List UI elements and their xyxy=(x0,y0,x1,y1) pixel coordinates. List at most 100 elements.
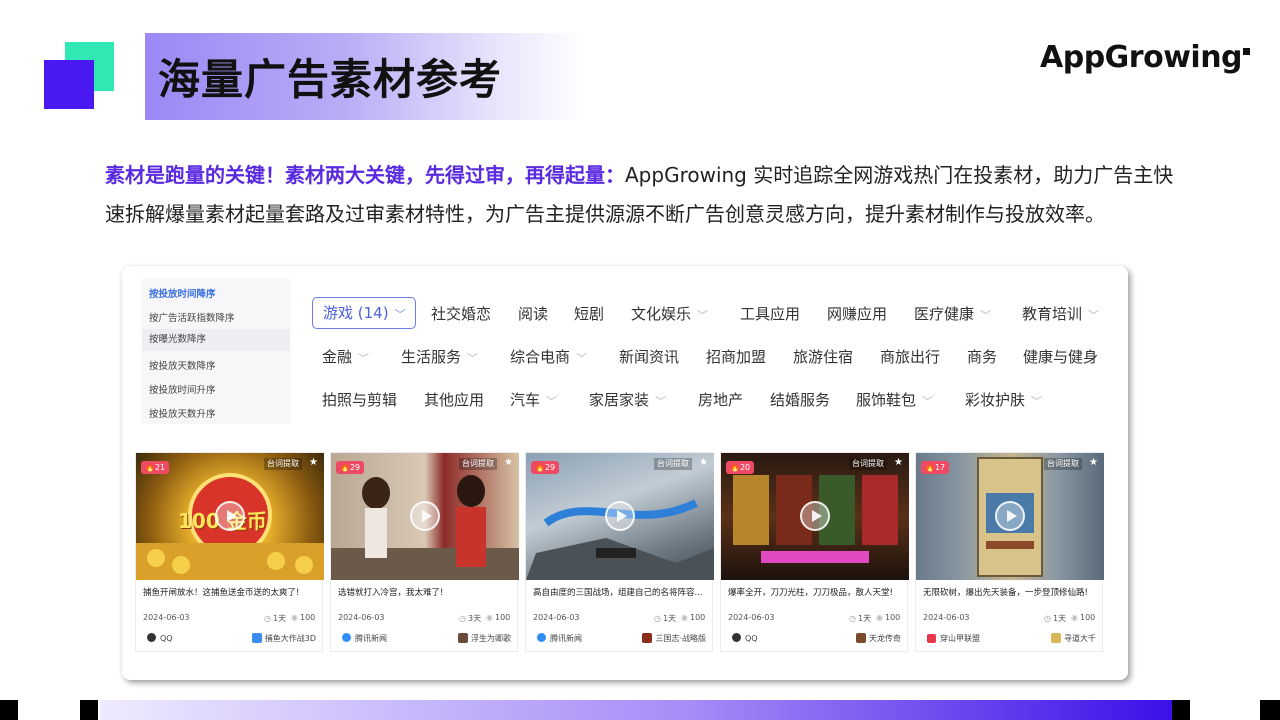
category-selected[interactable]: 游戏 (14) ﹀ xyxy=(312,297,416,329)
intro-highlight: 素材是跑量的关键！素材两大关键，先得过审，再得起量： xyxy=(105,163,625,187)
ad-card[interactable]: 🔥20 台词提取 ★ 爆率全开，刀刀光柱，刀刀极品，散人天堂! 2024-06-… xyxy=(720,452,909,652)
ad-card[interactable]: 🔥29 台词提取 ★ 高自由度的三国战场，组建自己的名将阵容... 2024-0… xyxy=(525,452,714,652)
category-item[interactable]: 结婚服务 xyxy=(770,389,830,410)
footer-block xyxy=(1260,700,1280,720)
category-item[interactable]: 医疗健康 ﹀ xyxy=(914,303,991,324)
ad-duration: 1天 xyxy=(1044,613,1066,624)
category-item[interactable]: 金融 ﹀ xyxy=(322,346,369,367)
ad-date: 2024-06-03 xyxy=(728,613,775,622)
star-icon[interactable]: ★ xyxy=(894,457,903,468)
ad-app[interactable]: 捕鱼大作战3D xyxy=(251,633,316,644)
qq-icon xyxy=(732,633,741,642)
extract-lines-button[interactable]: 台词提取 xyxy=(849,458,887,470)
ad-caption: 高自由度的三国战场，组建自己的名将阵容... xyxy=(533,588,703,598)
category-item[interactable]: 房地产 xyxy=(698,389,743,410)
play-icon[interactable] xyxy=(605,501,635,531)
category-item[interactable]: 生活服务 ﹀ xyxy=(401,346,478,367)
category-item[interactable]: 短剧 xyxy=(574,303,604,324)
ad-views: 100 xyxy=(876,613,900,622)
ad-thumbnail[interactable]: 🔥29 台词提取 ★ xyxy=(526,453,714,580)
category-item[interactable]: 汽车 ﹀ xyxy=(510,389,557,410)
category-item[interactable]: 综合电商 ﹀ xyxy=(510,346,587,367)
star-icon[interactable]: ★ xyxy=(699,457,708,468)
ad-duration: 1天 xyxy=(654,613,676,624)
category-item[interactable]: 工具应用 xyxy=(740,303,800,324)
ad-views: 100 xyxy=(1071,613,1095,622)
chevron-down-icon: ﹀ xyxy=(467,352,479,365)
logo-dot xyxy=(1243,48,1251,55)
category-item[interactable]: 阅读 xyxy=(518,303,548,324)
sort-option[interactable]: 按投放天数升序 xyxy=(149,406,216,420)
category-label: 游戏 (14) xyxy=(323,304,389,322)
ad-views: 100 xyxy=(486,613,510,622)
play-icon[interactable] xyxy=(410,501,440,531)
category-item[interactable]: 社交婚恋 xyxy=(431,303,491,324)
star-icon[interactable]: ★ xyxy=(1089,457,1098,468)
tencent-news-icon xyxy=(342,633,351,642)
ad-card[interactable]: 100 金币 🔥21 台词提取 ★ 捕鱼开闸放水！这捕鱼送金币送的太爽了! 20… xyxy=(135,452,324,652)
category-item[interactable]: 彩妆护肤 ﹀ xyxy=(965,389,1042,410)
category-item[interactable]: 旅游住宿 xyxy=(793,346,853,367)
ad-app[interactable]: 浮生为卿歌 xyxy=(458,633,511,644)
heat-badge: 🔥29 xyxy=(531,461,560,474)
tencent-news-icon xyxy=(537,633,546,642)
ad-app[interactable]: 天龙传奇 xyxy=(856,633,901,644)
appgrowing-logo: AppGrowing xyxy=(1040,40,1251,75)
chevron-down-icon: ﹀ xyxy=(655,395,667,408)
app-icon xyxy=(1051,633,1061,643)
ad-thumbnail[interactable]: 🔥29 台词提取 ★ xyxy=(331,453,519,580)
extract-lines-button[interactable]: 台词提取 xyxy=(264,458,302,470)
ad-card[interactable]: 🔥29 台词提取 ★ 选错就打入冷宫，我太难了! 2024-06-03 3天 1… xyxy=(330,452,519,652)
ad-platform: 腾讯新闻 xyxy=(338,633,387,644)
category-item[interactable]: 网赚应用 xyxy=(827,303,887,324)
category-item[interactable]: 其他应用 xyxy=(424,389,484,410)
heat-badge: 🔥20 xyxy=(726,461,755,474)
heat-badge: 🔥21 xyxy=(141,461,170,474)
category-item[interactable]: 拍照与剪辑 xyxy=(322,389,397,410)
sort-option[interactable]: 按投放天数降序 xyxy=(149,358,216,372)
sort-option[interactable]: 按投放时间升序 xyxy=(149,382,216,396)
footer-block xyxy=(80,700,98,720)
play-icon[interactable] xyxy=(215,501,245,531)
category-item[interactable]: 商旅出行 xyxy=(880,346,940,367)
ad-app[interactable]: 三国志·战略版 xyxy=(642,633,706,644)
sort-option[interactable]: 按曝光数降序 xyxy=(142,329,290,351)
category-item[interactable]: 健康与健身 xyxy=(1023,346,1098,367)
category-item[interactable]: 教育培训 ﹀ xyxy=(1022,303,1099,324)
ad-thumbnail[interactable]: 🔥17 台词提取 ★ xyxy=(916,453,1104,580)
category-item[interactable]: 服饰鞋包 ﹀ xyxy=(856,389,933,410)
chevron-down-icon: ﹀ xyxy=(576,352,588,365)
star-icon[interactable]: ★ xyxy=(309,457,318,468)
extract-lines-button[interactable]: 台词提取 xyxy=(1044,458,1082,470)
play-icon[interactable] xyxy=(800,501,830,531)
chevron-down-icon: ﹀ xyxy=(1031,395,1043,408)
footer-gradient-bar xyxy=(100,700,1172,720)
app-icon xyxy=(856,633,866,643)
pangle-icon xyxy=(927,634,936,643)
ad-date: 2024-06-03 xyxy=(338,613,385,622)
ad-thumbnail[interactable]: 🔥20 台词提取 ★ xyxy=(721,453,909,580)
category-item[interactable]: 新闻资讯 xyxy=(619,346,679,367)
heat-badge: 🔥29 xyxy=(336,461,365,474)
category-item[interactable]: 商务 xyxy=(967,346,997,367)
category-item[interactable]: 文化娱乐 ﹀ xyxy=(631,303,708,324)
ad-app[interactable]: 寻道大千 xyxy=(1051,633,1096,644)
ad-thumbnail[interactable]: 100 金币 🔥21 台词提取 ★ xyxy=(136,453,324,580)
sort-option[interactable]: 按广告活跃指数降序 xyxy=(149,310,235,324)
ad-card[interactable]: 🔥17 台词提取 ★ 无限砍树，爆出先天装备，一步登顶修仙路! 2024-06-… xyxy=(915,452,1104,652)
sort-option[interactable]: 按投放时间降序 xyxy=(149,286,216,300)
ad-duration: 1天 xyxy=(264,613,286,624)
play-icon[interactable] xyxy=(995,501,1025,531)
chevron-down-icon: ﹀ xyxy=(697,309,709,322)
ad-caption: 无限砍树，爆出先天装备，一步登顶修仙路! xyxy=(923,588,1088,598)
extract-lines-button[interactable]: 台词提取 xyxy=(459,458,497,470)
ad-platform: QQ xyxy=(143,633,173,643)
ad-caption: 选错就打入冷宫，我太难了! xyxy=(338,588,444,598)
star-icon[interactable]: ★ xyxy=(504,457,513,468)
category-item[interactable]: 招商加盟 xyxy=(706,346,766,367)
extract-lines-button[interactable]: 台词提取 xyxy=(654,458,692,470)
app-icon xyxy=(642,633,653,643)
ad-duration: 3天 xyxy=(459,613,481,624)
category-item[interactable]: 家居家装 ﹀ xyxy=(589,389,666,410)
chevron-down-icon: ﹀ xyxy=(358,352,370,365)
